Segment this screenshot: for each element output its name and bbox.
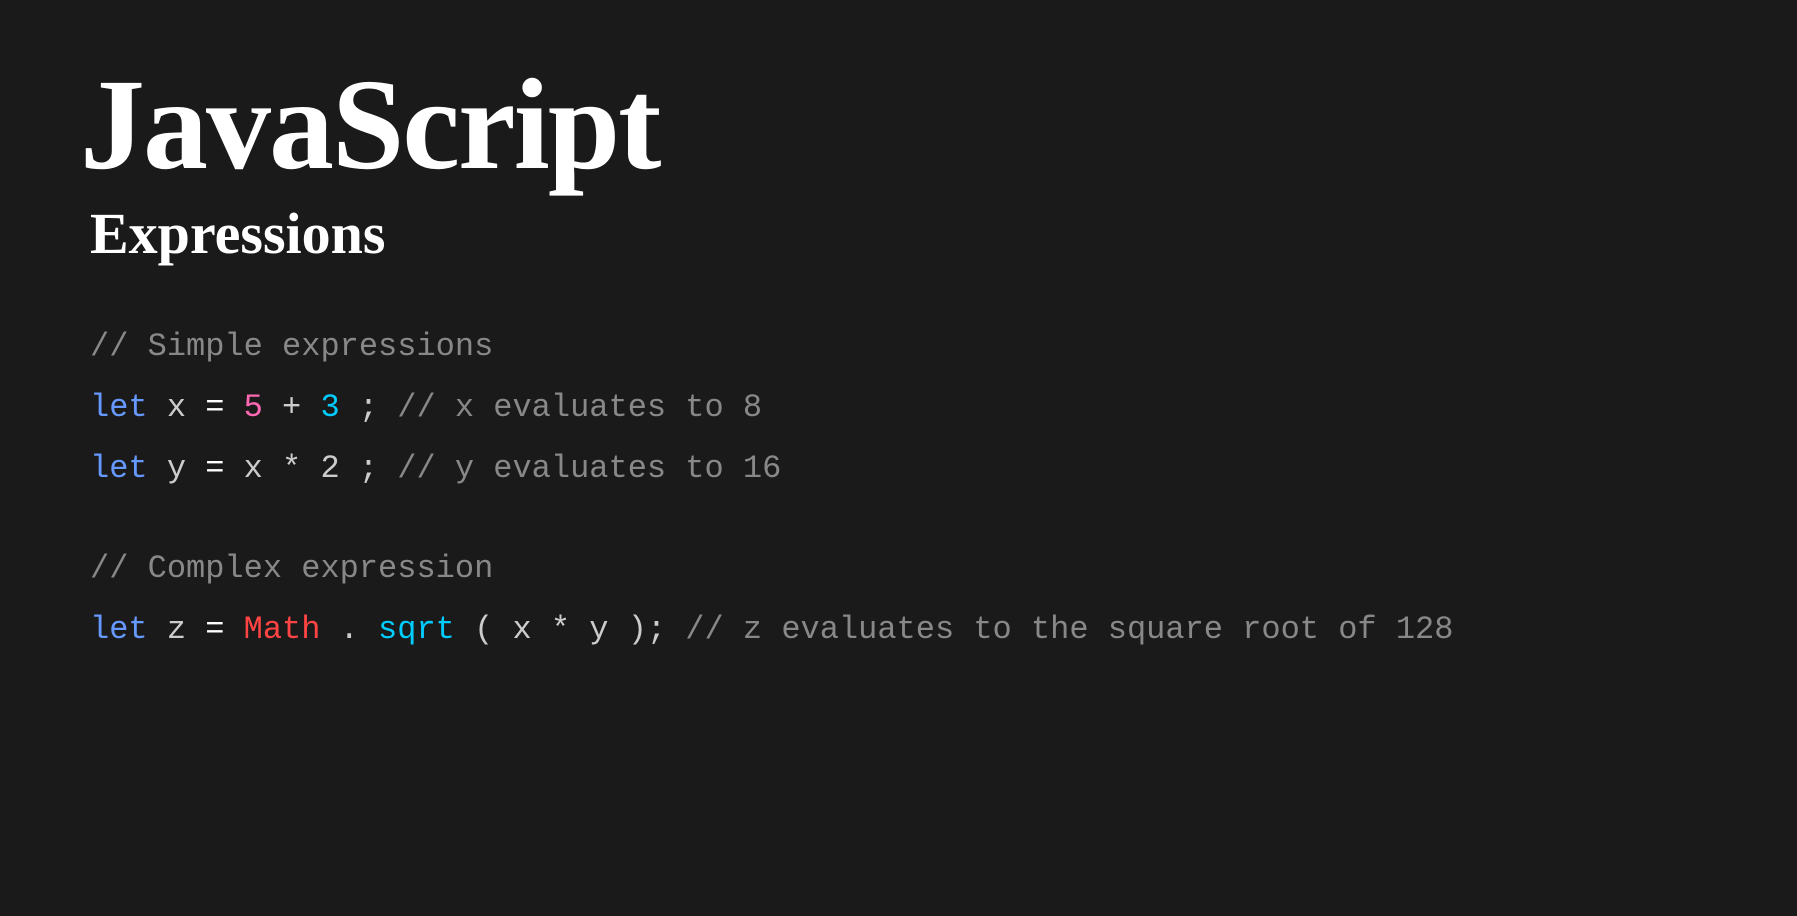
page-container: JavaScript Expressions // Simple express… [0, 0, 1797, 916]
keyword-let-y: let [90, 450, 148, 487]
paren-open: ( [474, 611, 493, 648]
op-eq-x: = [205, 389, 224, 426]
spacer [90, 499, 1717, 539]
subtitle: Expressions [90, 200, 1717, 267]
semi-x: ; [359, 389, 378, 426]
code-line-y: let y = x * 2 ; // y evaluates to 16 [90, 439, 1717, 500]
op-plus: + [282, 389, 301, 426]
sqrt-method: sqrt [378, 611, 455, 648]
main-title: JavaScript [80, 60, 1717, 190]
keyword-let-x: let [90, 389, 148, 426]
paren-close: ); [628, 611, 666, 648]
comment-complex-text: // Complex expression [90, 550, 493, 587]
num-3: 3 [320, 389, 339, 426]
num-5: 5 [244, 389, 263, 426]
comment-y: // y evaluates to 16 [397, 450, 781, 487]
code-line-z: let z = Math . sqrt ( x * y ); // z eval… [90, 600, 1717, 661]
semi-y: ; [359, 450, 378, 487]
comment-z: // z evaluates to the square root of 128 [685, 611, 1453, 648]
op-eq-y: = [205, 450, 224, 487]
var-x: x [167, 389, 205, 426]
var-z: z [167, 611, 205, 648]
code-line-x: let x = 5 + 3 ; // x evaluates to 8 [90, 378, 1717, 439]
op-eq-z: = [205, 611, 224, 648]
var-y: y [167, 450, 205, 487]
math-obj: Math [244, 611, 321, 648]
inner-expr: x * y [512, 611, 608, 648]
comment-simple-text: // Simple expressions [90, 328, 493, 365]
num-2-y: 2 [320, 450, 339, 487]
code-block: // Simple expressions let x = 5 + 3 ; //… [90, 317, 1717, 661]
comment-simple: // Simple expressions [90, 317, 1717, 378]
comment-x: // x evaluates to 8 [397, 389, 762, 426]
var-x-ref: x [244, 450, 263, 487]
op-times: * [282, 450, 301, 487]
dot-sep: . [340, 611, 359, 648]
keyword-let-z: let [90, 611, 148, 648]
comment-complex: // Complex expression [90, 539, 1717, 600]
